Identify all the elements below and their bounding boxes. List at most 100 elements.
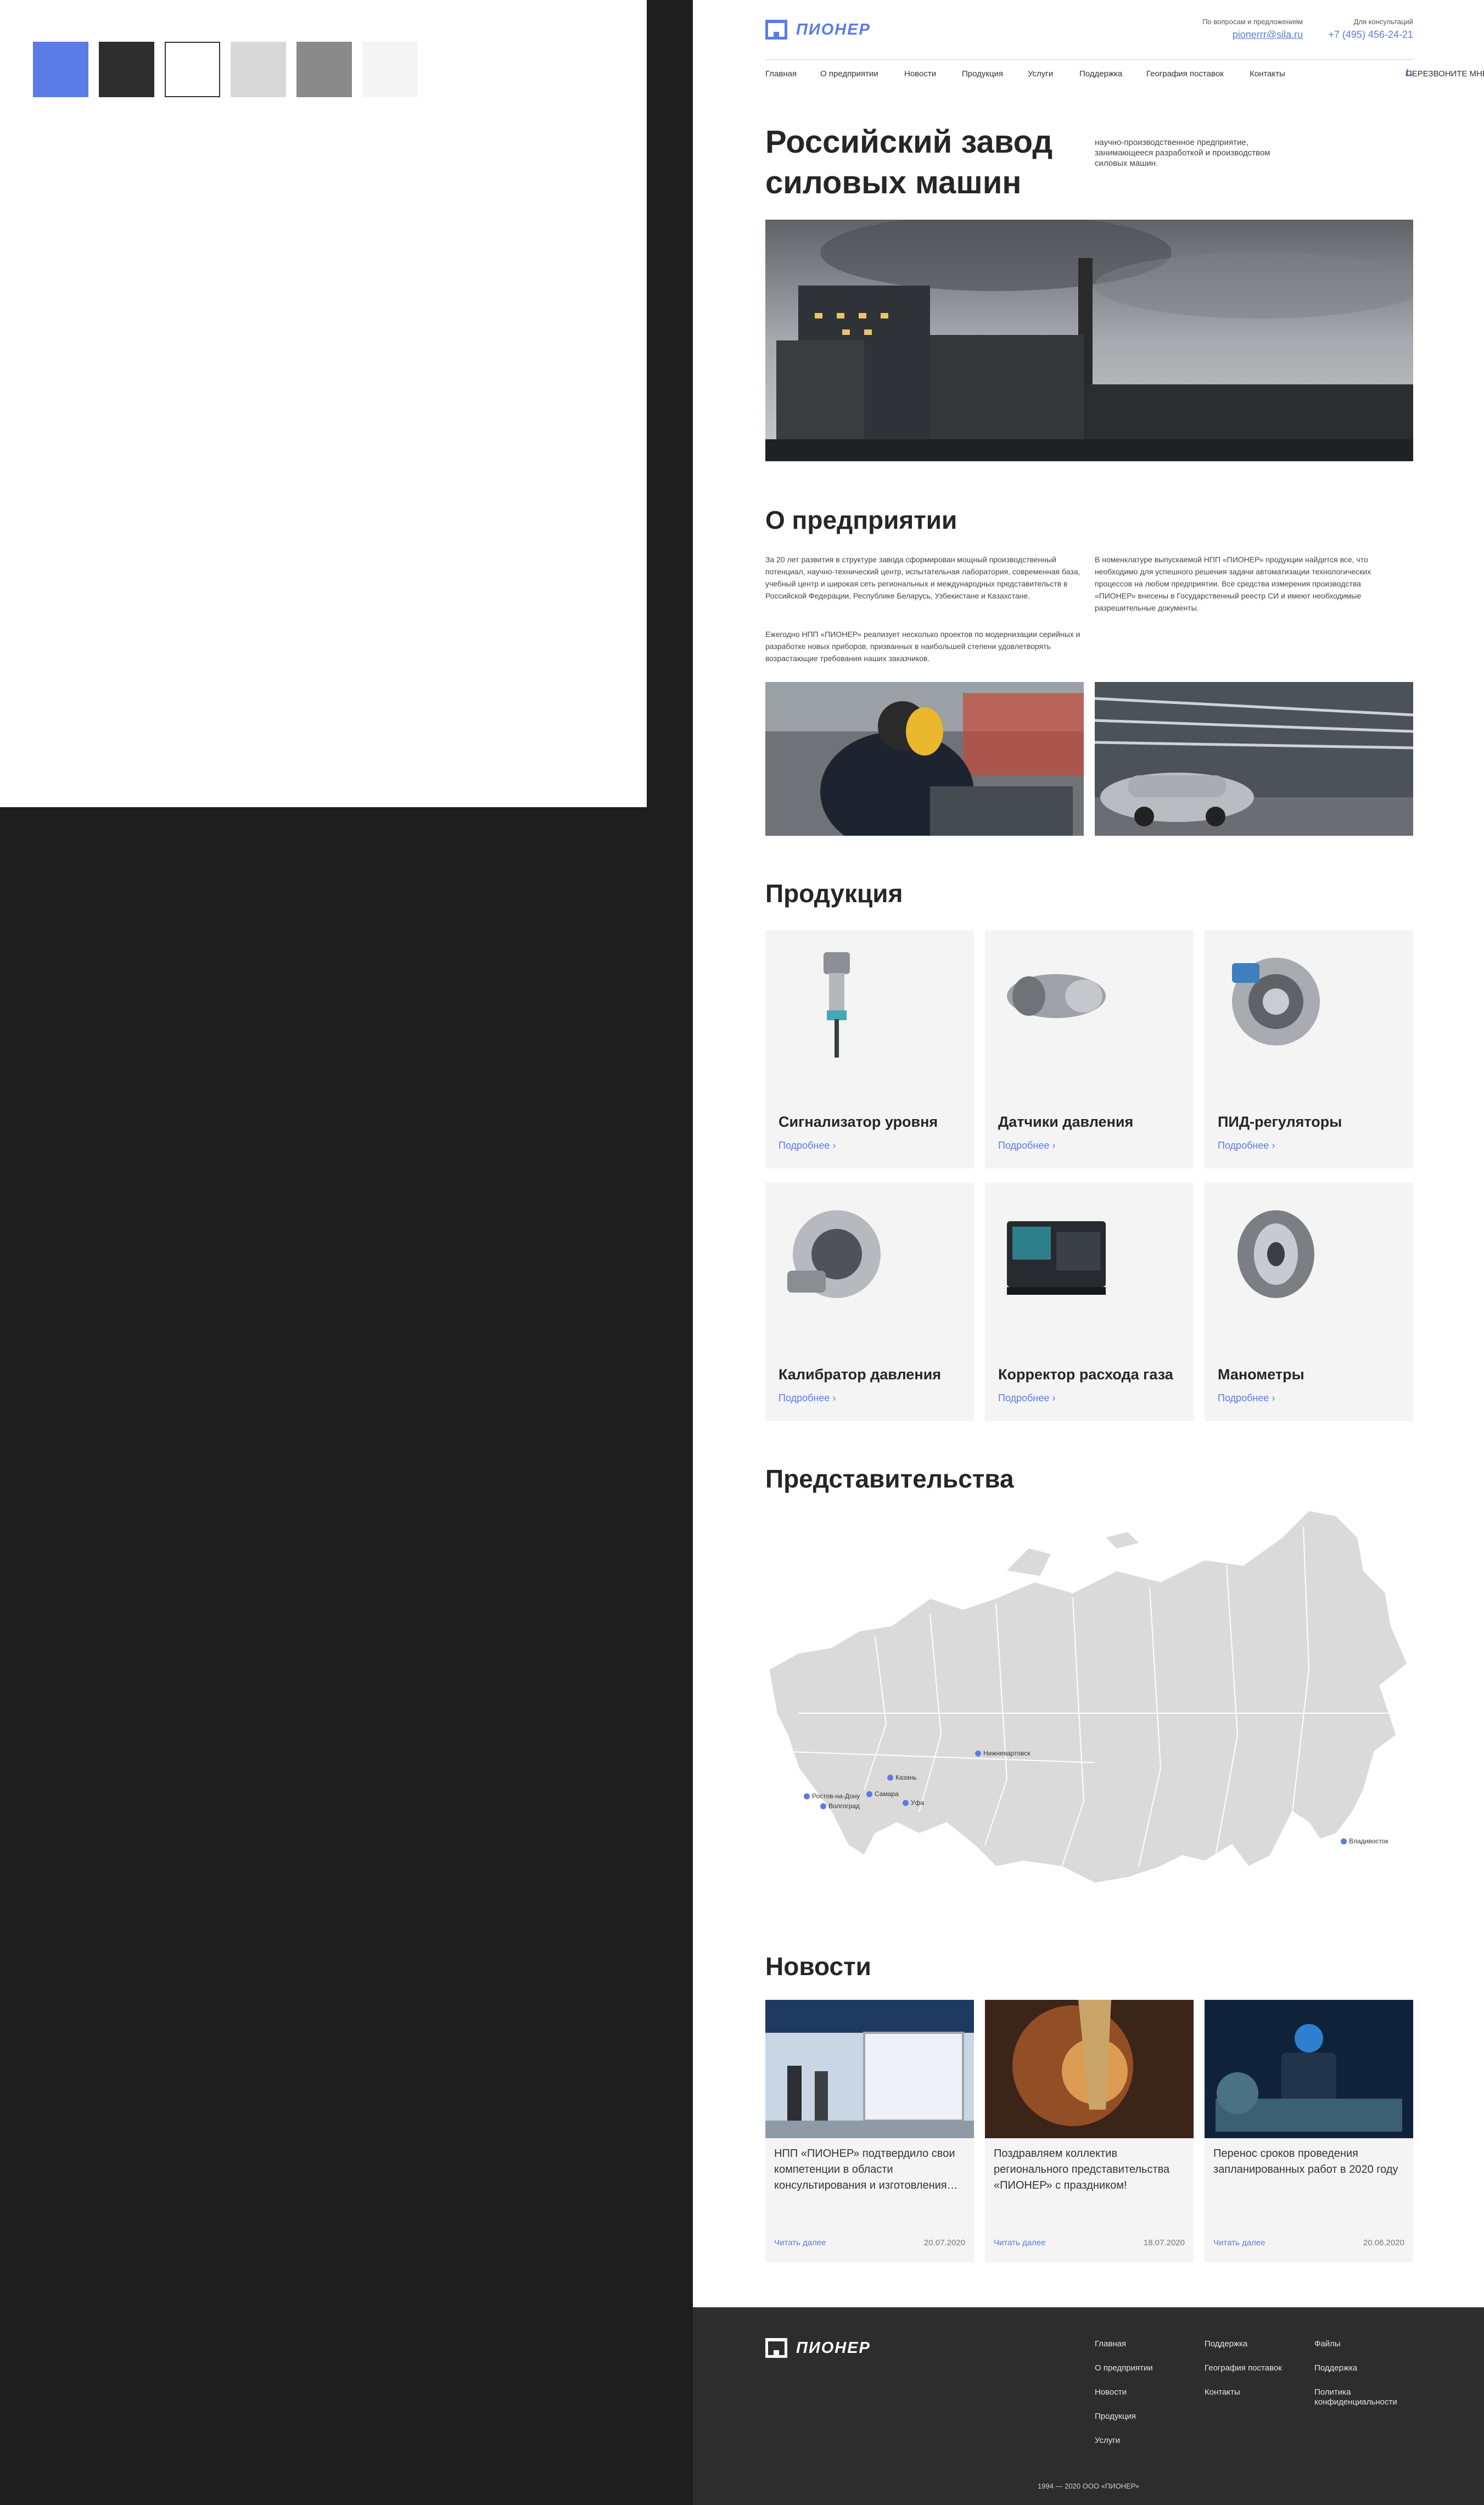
about-paragraph-3: В номенклатуре выпускаемой НПП «ПИОНЕР» … [1095, 555, 1371, 612]
chevron-right-icon: › [1052, 1140, 1056, 1151]
nav-item-home[interactable]: Главная [765, 69, 797, 79]
logo-icon [765, 20, 787, 40]
product-card[interactable]: Манометры Подробнее › [1205, 1183, 1413, 1421]
nav-item-contacts[interactable]: Контакты [1250, 69, 1285, 79]
callback-button[interactable]: ПЕРЕЗВОНИТЕ МНЕ [1405, 68, 1484, 79]
news-text: Поздравляем коллектив регионального пред… [994, 2148, 1170, 2191]
copyright: 1994 — 2020 ООО «ПИОНЕР» [1038, 2482, 1139, 2490]
product-card[interactable]: Корректор расхода газа Подробнее › [985, 1183, 1194, 1421]
pressure-calibrator-image [787, 1210, 881, 1298]
product-card[interactable]: ПИД-регуляторы Подробнее › [1205, 930, 1413, 1168]
nav-item-news[interactable]: Новости [904, 69, 936, 79]
footer-link[interactable]: О предприятии [1095, 2363, 1153, 2373]
products-title: Продукция [765, 879, 903, 908]
nav-item-services[interactable]: Услуги [1028, 69, 1053, 79]
city-marker[interactable]: Нижневартовск [975, 1749, 1031, 1757]
more-label: Подробнее [779, 1140, 830, 1151]
footer-link[interactable]: География поставок [1205, 2363, 1282, 2373]
hero-title: Российский завод силовых машин [765, 124, 1053, 200]
news-date: 20.06.2020 [1363, 2238, 1404, 2247]
footer-link[interactable]: Продукция [1095, 2412, 1153, 2422]
swatch-light-gray [231, 42, 286, 97]
product-title: Сигнализатор уровня [779, 1114, 938, 1130]
city-marker[interactable]: Ростов-на-Дону [804, 1792, 860, 1800]
logo[interactable]: ПИОНЕР [765, 20, 871, 40]
more-link[interactable]: Подробнее › [1218, 1393, 1275, 1404]
footer-link[interactable]: Новости [1095, 2387, 1153, 2397]
footer-column: Файлы Поддержка Политика конфиденциально… [1314, 2339, 1408, 2422]
header-divider [765, 59, 1413, 60]
footer: ПИОНЕР Главная О предприятии Новости Про… [693, 2307, 1484, 2505]
manometer-image [1237, 1210, 1314, 1298]
footer-link[interactable]: Политика конфиденциальности [1314, 2387, 1408, 2407]
news-text: Перенос сроков проведения запланированны… [1213, 2148, 1398, 2176]
chevron-right-icon: › [832, 1393, 836, 1404]
product-title: Датчики давления [998, 1114, 1134, 1130]
city-marker[interactable]: Казань [887, 1774, 917, 1781]
more-label: Подробнее [1218, 1140, 1269, 1151]
news-card[interactable]: НПП «ПИОНЕР» подтвердило свои компетенци… [765, 2000, 974, 2262]
swatch-gray [296, 42, 352, 97]
footer-link[interactable]: Главная [1095, 2339, 1153, 2349]
pressure-sensor-image [1007, 974, 1106, 1018]
product-card[interactable]: Калибратор давления Подробнее › [765, 1183, 974, 1421]
news-text: НПП «ПИОНЕР» подтвердило свои компетенци… [774, 2148, 958, 2191]
news-image [985, 2000, 1194, 2138]
color-palette [0, 0, 647, 807]
read-more-link[interactable]: Читать далее [1213, 2238, 1265, 2247]
nav-item-products[interactable]: Продукция [962, 69, 1003, 79]
news-date: 18.07.2020 [1143, 2238, 1185, 2247]
more-label: Подробнее [779, 1393, 830, 1404]
welder-photo [765, 682, 1084, 836]
city-marker[interactable]: Владивосток [1341, 1837, 1388, 1845]
footer-link[interactable]: Контакты [1205, 2387, 1282, 2397]
read-more-link[interactable]: Читать далее [774, 2238, 826, 2247]
product-title: Манометры [1218, 1366, 1304, 1383]
news-date: 20.07.2020 [923, 2238, 965, 2247]
more-link[interactable]: Подробнее › [998, 1140, 1055, 1151]
russia-map: Нижневартовск Казань Самара Уфа Ростов-н… [765, 1505, 1413, 1900]
footer-link[interactable]: Файлы [1314, 2339, 1408, 2349]
product-title: ПИД-регуляторы [1218, 1114, 1342, 1130]
footer-logo[interactable]: ПИОНЕР [765, 2338, 871, 2358]
gas-flow-corrector-image [1007, 1221, 1106, 1295]
product-card[interactable]: Датчики давления Подробнее › [985, 930, 1194, 1168]
pid-regulator-image [1232, 958, 1320, 1045]
news-card[interactable]: Перенос сроков проведения запланированны… [1205, 2000, 1413, 2262]
more-label: Подробнее [998, 1393, 1050, 1404]
nav-item-geography[interactable]: География поставок [1146, 69, 1224, 79]
nav-item-about[interactable]: О предприятии [820, 69, 878, 79]
hero-subtitle: научно-производственное предприятие, зан… [1095, 138, 1270, 168]
news-title: Новости [765, 1952, 871, 1981]
chevron-right-icon: › [1052, 1393, 1056, 1404]
footer-link[interactable]: Поддержка [1205, 2339, 1282, 2349]
phone-link[interactable]: +7 (495) 456-24-21 [1328, 29, 1413, 41]
more-link[interactable]: Подробнее › [998, 1393, 1055, 1404]
hero-factory-image [765, 220, 1413, 461]
product-title: Корректор расхода газа [998, 1366, 1173, 1383]
footer-link[interactable]: Поддержка [1314, 2363, 1408, 2373]
city-marker[interactable]: Самара [866, 1790, 899, 1798]
logo-text: ПИОНЕР [796, 20, 871, 38]
read-more-link[interactable]: Читать далее [994, 2238, 1045, 2247]
news-image [765, 2000, 974, 2138]
phone-caption: Для консультаций [1353, 18, 1413, 26]
email-link[interactable]: pionerrr@sila.ru [1202, 29, 1303, 41]
more-link[interactable]: Подробнее › [779, 1140, 836, 1151]
news-image [1205, 2000, 1413, 2138]
nav-item-support[interactable]: Поддержка [1079, 69, 1122, 79]
chevron-right-icon: › [832, 1140, 836, 1151]
city-marker[interactable]: Волгоград [820, 1802, 860, 1810]
phone-block: Для консультаций +7 (495) 456-24-21 [1328, 18, 1413, 41]
city-marker[interactable]: Уфа [903, 1799, 924, 1807]
car-plant-photo [1095, 682, 1413, 836]
footer-link[interactable]: Услуги [1095, 2436, 1153, 2446]
logo-text: ПИОНЕР [796, 2339, 871, 2357]
news-card[interactable]: Поздравляем коллектив регионального пред… [985, 2000, 1194, 2262]
callback-label: ПЕРЕЗВОНИТЕ МНЕ [1406, 69, 1484, 79]
more-link[interactable]: Подробнее › [1218, 1140, 1275, 1151]
more-link[interactable]: Подробнее › [779, 1393, 836, 1404]
product-card[interactable]: Сигнализатор уровня Подробнее › [765, 930, 974, 1168]
landing-page: ПИОНЕР По вопросам и предложениям pioner… [693, 0, 1484, 2505]
logo-icon [765, 2338, 787, 2358]
